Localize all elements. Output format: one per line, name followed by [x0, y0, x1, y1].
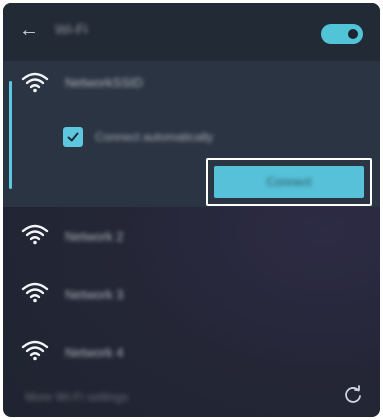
- panel-footer: More Wi-Fi settings: [3, 370, 380, 417]
- checkmark-icon: [67, 132, 79, 142]
- wifi-panel: ← Wi-Fi NetworkSSID Connect automaticall…: [3, 3, 380, 417]
- page-title: Wi-Fi: [55, 21, 88, 37]
- back-arrow-icon[interactable]: ←: [19, 18, 43, 42]
- network-item[interactable]: Network 2: [3, 211, 380, 261]
- network-ssid: NetworkSSID: [65, 75, 144, 90]
- wifi-toggle[interactable]: [321, 24, 363, 44]
- connect-button-label: Connect: [266, 175, 312, 189]
- auto-connect-checkbox[interactable]: [63, 127, 83, 147]
- panel-header: ← Wi-Fi: [3, 3, 380, 61]
- footer-settings-link[interactable]: More Wi-Fi settings: [25, 390, 128, 404]
- wifi-icon: [21, 224, 49, 245]
- wifi-icon: [21, 72, 49, 93]
- wifi-icon: [21, 340, 49, 361]
- connect-button[interactable]: Connect: [214, 166, 364, 198]
- auto-connect-label: Connect automatically: [95, 130, 214, 144]
- network-ssid: Network 3: [65, 287, 124, 302]
- network-item[interactable]: Network 3: [3, 269, 380, 319]
- selection-indicator: [9, 81, 12, 189]
- refresh-icon[interactable]: [343, 385, 363, 405]
- wifi-icon: [21, 282, 49, 303]
- connect-focus-ring: Connect: [206, 158, 372, 206]
- network-ssid: Network 2: [65, 229, 124, 244]
- toggle-knob: [348, 29, 358, 39]
- network-ssid: Network 4: [65, 345, 124, 360]
